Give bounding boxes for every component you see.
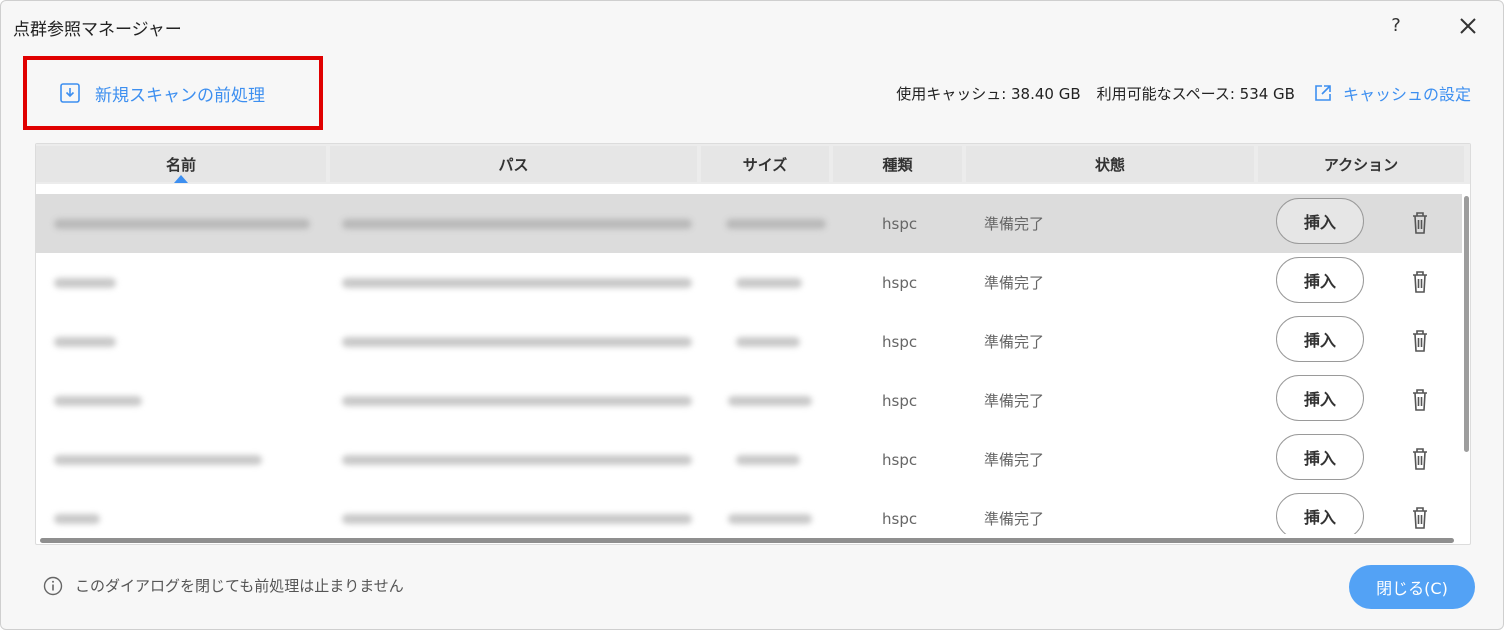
cache-info: 使用キャッシュ: 38.40 GB 利用可能なスペース: 534 GB キャッシ…: [896, 81, 1471, 105]
status-cell: 準備完了: [984, 333, 1045, 351]
name-cell: [54, 430, 314, 489]
size-cell: [726, 194, 836, 253]
insert-button[interactable]: 挿入: [1276, 375, 1364, 421]
status-cell: 準備完了: [984, 274, 1045, 292]
name-cell: [54, 489, 314, 534]
status-cell: 準備完了: [984, 392, 1045, 410]
obscured-size: [736, 336, 800, 347]
insert-button[interactable]: 挿入: [1276, 316, 1364, 362]
path-cell: [342, 253, 702, 312]
table-row[interactable]: hspc 準備完了 挿入: [36, 371, 1462, 430]
obscured-name: [54, 513, 100, 524]
column-header-name[interactable]: 名前: [36, 146, 326, 183]
preprocess-label: 新規スキャンの前処理: [95, 85, 265, 106]
footer-note-text: このダイアログを閉じても前処理は止まりません: [75, 577, 404, 595]
status-cell: 準備完了: [984, 215, 1045, 233]
dialog-title: 点群参照マネージャー: [13, 20, 182, 40]
size-cell: [728, 489, 838, 534]
trash-icon[interactable]: [1410, 269, 1430, 295]
size-cell: [736, 430, 836, 489]
table-body: hspc 準備完了 挿入 hspc 準備完了 挿入 hspc 準備完了 挿入 h…: [36, 194, 1462, 534]
cache-settings-link[interactable]: キャッシュの設定: [1313, 81, 1471, 105]
obscured-size: [726, 218, 826, 229]
obscured-name: [54, 277, 116, 288]
trash-icon[interactable]: [1410, 387, 1430, 413]
table-row[interactable]: hspc 準備完了 挿入: [36, 489, 1462, 534]
trash-icon[interactable]: [1410, 446, 1430, 472]
column-header-size[interactable]: サイズ: [701, 146, 829, 182]
path-cell: [342, 371, 702, 430]
obscured-size: [736, 454, 800, 465]
table-row[interactable]: hspc 準備完了 挿入: [36, 430, 1462, 489]
path-cell: [342, 489, 702, 534]
status-cell: 準備完了: [984, 510, 1045, 528]
point-cloud-manager-dialog: 点群参照マネージャー ? 新規スキャンの前処理 使用キャッシュ: 38.40 G…: [0, 0, 1504, 630]
trash-icon[interactable]: [1410, 210, 1430, 236]
obscured-size: [728, 395, 812, 406]
obscured-path: [342, 336, 692, 347]
name-cell: [54, 371, 314, 430]
obscured-name: [54, 218, 310, 229]
footer-info: このダイアログを閉じても前処理は止まりません: [43, 575, 404, 596]
cache-used: 使用キャッシュ: 38.40 GB: [896, 84, 1081, 103]
insert-button[interactable]: 挿入: [1276, 198, 1364, 244]
obscured-size: [728, 513, 812, 524]
type-cell: hspc: [882, 450, 918, 469]
type-cell: hspc: [882, 391, 918, 410]
table-row[interactable]: hspc 準備完了 挿入: [36, 312, 1462, 371]
type-cell: hspc: [882, 273, 918, 292]
column-header-status[interactable]: 状態: [966, 146, 1254, 182]
obscured-path: [342, 218, 692, 229]
obscured-name: [54, 336, 116, 347]
size-cell: [736, 253, 836, 312]
name-cell: [54, 194, 314, 253]
size-cell: [728, 371, 838, 430]
path-cell: [342, 430, 702, 489]
column-header-type[interactable]: 種類: [833, 146, 962, 182]
obscured-name: [54, 454, 262, 465]
point-cloud-table: 名前 パス サイズ 種類 状態 アクション hspc 準備完了 挿入 hspc …: [35, 143, 1471, 545]
obscured-name: [54, 395, 142, 406]
status-cell: 準備完了: [984, 451, 1045, 469]
size-cell: [736, 312, 836, 371]
external-link-icon: [1315, 85, 1331, 101]
path-cell: [342, 312, 702, 371]
column-header-path[interactable]: パス: [330, 146, 697, 182]
cache-settings-label: キャッシュの設定: [1342, 85, 1471, 104]
horizontal-scrollbar[interactable]: [40, 538, 1454, 543]
insert-button[interactable]: 挿入: [1276, 493, 1364, 534]
table-header: 名前 パス サイズ 種類 状態 アクション: [36, 144, 1470, 184]
insert-button[interactable]: 挿入: [1276, 434, 1364, 480]
available-space: 利用可能なスペース: 534 GB: [1096, 84, 1295, 103]
download-icon: [60, 83, 80, 103]
close-button[interactable]: 閉じる(C): [1349, 565, 1475, 609]
info-icon: [43, 576, 63, 595]
preprocess-new-scan-button[interactable]: 新規スキャンの前処理: [59, 79, 265, 107]
type-cell: hspc: [882, 509, 918, 528]
vertical-scrollbar[interactable]: [1464, 196, 1469, 452]
type-cell: hspc: [882, 214, 918, 233]
sort-ascending-icon: [174, 175, 188, 183]
trash-icon[interactable]: [1410, 328, 1430, 354]
close-icon[interactable]: [1454, 12, 1482, 40]
trash-icon[interactable]: [1410, 505, 1430, 531]
insert-button[interactable]: 挿入: [1276, 257, 1364, 303]
name-cell: [54, 253, 314, 312]
obscured-path: [342, 454, 692, 465]
column-header-action[interactable]: アクション: [1258, 146, 1464, 182]
obscured-size: [736, 277, 802, 288]
path-cell: [342, 194, 702, 253]
table-row[interactable]: hspc 準備完了 挿入: [36, 194, 1462, 253]
obscured-path: [342, 395, 692, 406]
obscured-path: [342, 513, 692, 524]
help-button[interactable]: ?: [1384, 13, 1408, 39]
type-cell: hspc: [882, 332, 918, 351]
table-row[interactable]: hspc 準備完了 挿入: [36, 253, 1462, 312]
obscured-path: [342, 277, 692, 288]
name-cell: [54, 312, 314, 371]
